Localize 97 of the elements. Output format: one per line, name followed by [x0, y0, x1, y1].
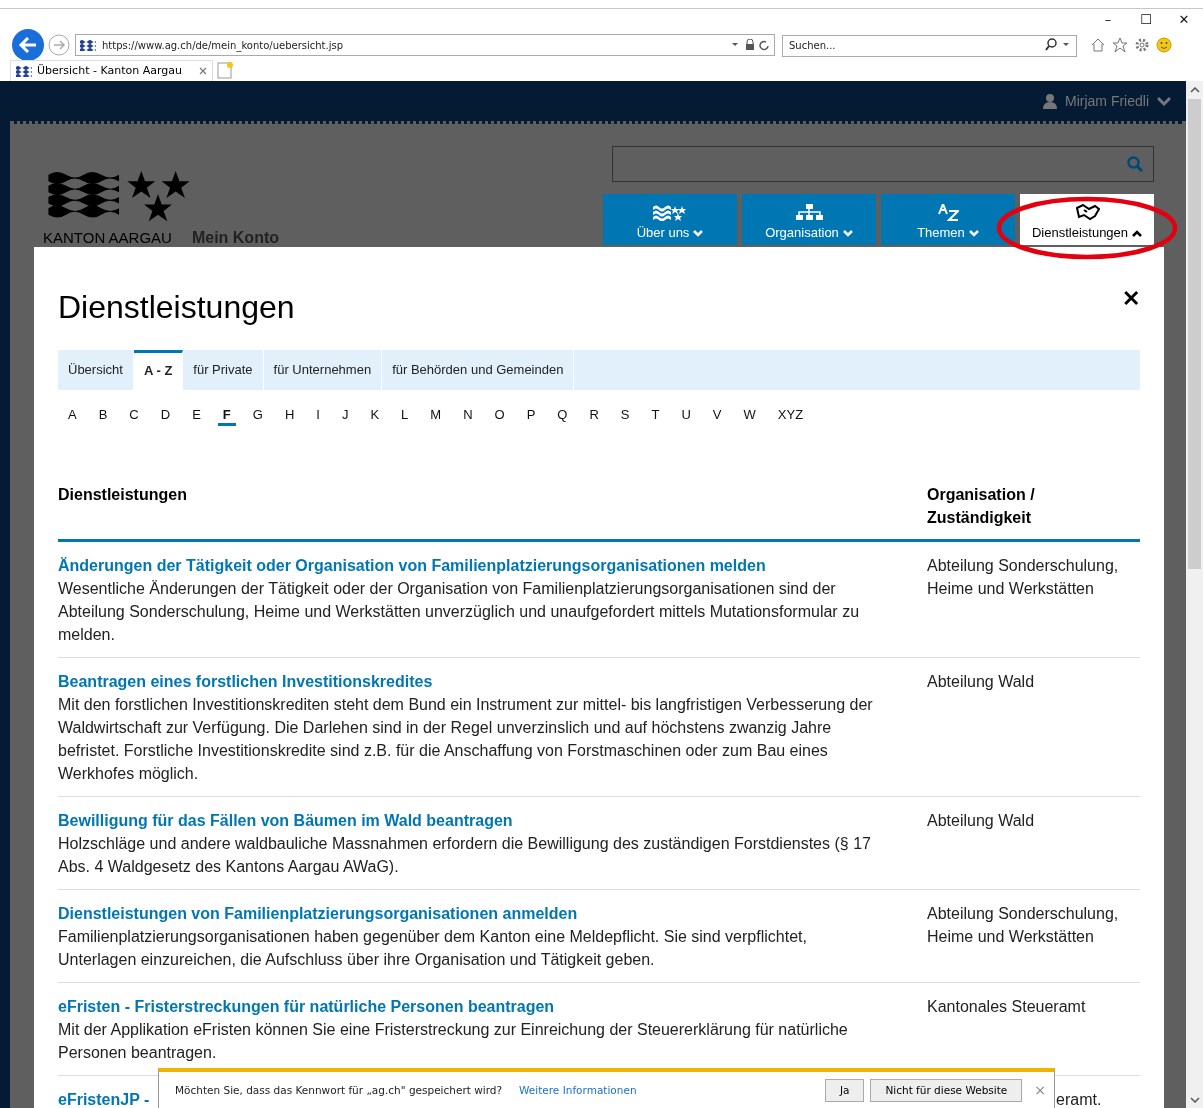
- home-icon: [1090, 37, 1106, 53]
- scroll-up-icon: [1189, 87, 1200, 93]
- letter-link[interactable]: B: [93, 407, 113, 426]
- letter-link[interactable]: K: [365, 407, 385, 426]
- letter-link[interactable]: XYZ: [772, 407, 809, 426]
- organisation-text: Abteilung Sonderschulung, Heime und Werkstätten: [927, 556, 1120, 599]
- letter-link[interactable]: D: [155, 407, 176, 426]
- letter-link[interactable]: H: [279, 407, 300, 426]
- address-field[interactable]: https://www.ag.ch/de/mein_konto/uebersicht.jsp: [75, 34, 775, 56]
- site-title: Mein Konto: [191, 229, 279, 247]
- user-icon: [1043, 93, 1057, 109]
- letter-link[interactable]: S: [615, 407, 635, 426]
- close-icon: [198, 66, 207, 75]
- letter-link[interactable]: I: [311, 407, 325, 426]
- minimize-button[interactable]: –: [1089, 9, 1127, 31]
- nav-button[interactable]: Über uns: [603, 194, 737, 245]
- chevron-up-icon: [1132, 228, 1143, 237]
- nav-button[interactable]: Themen: [881, 194, 1015, 245]
- tab[interactable]: A - Z: [133, 350, 184, 390]
- notification-text: Möchten Sie, dass das Kennwort für „ag.ch" gespeichert wird?: [175, 1084, 503, 1096]
- close-button[interactable]: ✕: [1122, 285, 1140, 312]
- address-tools-icon: [732, 39, 770, 51]
- tab[interactable]: für Private: [183, 350, 264, 390]
- close-button[interactable]: ✕: [1165, 9, 1203, 31]
- service-description: Wesentliche Änderungen der Tätigkeit oder der Organisation von Familienplatzierungsorganisationen sind der Abteilung Sonderschulung, Heime und Werkstätten unverzüglich und unaufgefordert mittels Mutationsformular zu melden.: [58, 579, 861, 645]
- bar-button[interactable]: Nicht für diese Website: [870, 1078, 1023, 1102]
- search-icon: [1045, 38, 1071, 52]
- column-header: Organisation / Zuständigkeit: [927, 485, 1036, 528]
- letter-link[interactable]: G: [247, 407, 268, 426]
- tab[interactable]: für Behörden und Gemeinden: [382, 350, 575, 390]
- smiley-icon: [1156, 37, 1172, 53]
- letter-link[interactable]: W: [738, 407, 761, 426]
- a-z-icon: [937, 204, 959, 221]
- letter-link[interactable]: N: [458, 407, 478, 426]
- letter-link[interactable]: P: [521, 407, 541, 426]
- organisation-text: Abteilung Sonderschulung, Heime und Werkstätten: [927, 904, 1120, 947]
- scroll-thumb[interactable]: [1188, 99, 1201, 569]
- chevron-down-icon: [842, 228, 853, 237]
- maximize-button[interactable]: ☐: [1127, 9, 1165, 31]
- scrollbar[interactable]: [1186, 81, 1203, 1108]
- letter-link[interactable]: O: [489, 407, 510, 426]
- hierarchy-icon: [795, 204, 823, 221]
- organisation-text: Abteilung Wald: [927, 811, 1035, 831]
- letter-link[interactable]: Q: [552, 407, 573, 426]
- tab[interactable]: für Unternehmen: [263, 350, 383, 390]
- scroll-down-icon: [1189, 1097, 1200, 1103]
- service-link[interactable]: Bewilligung für das Fällen von Bäumen im Wald beantragen: [58, 809, 513, 832]
- info-link[interactable]: Weitere Informationen: [519, 1084, 637, 1096]
- letter-link[interactable]: T: [646, 407, 665, 426]
- nav-button[interactable]: Dienstleistungen: [1020, 194, 1154, 245]
- letter-link[interactable]: C: [124, 407, 144, 426]
- column-header: Dienstleistungen: [58, 485, 188, 505]
- logo-text: KANTON AARGAU: [43, 229, 172, 246]
- service-link[interactable]: eFristenJP -: [58, 1088, 150, 1108]
- search-field[interactable]: Suchen...: [782, 34, 1077, 57]
- site-icon: [16, 64, 32, 77]
- site-icon: [80, 39, 96, 51]
- letter-link[interactable]: E: [187, 407, 206, 426]
- service-link[interactable]: eFristen - Fristerstreckungen für natürliche Personen beantragen: [58, 995, 555, 1018]
- letter-link[interactable]: J: [336, 407, 354, 426]
- letter-link[interactable]: U: [676, 407, 696, 426]
- chevron-down-icon: [968, 228, 979, 237]
- site-search-field[interactable]: [612, 146, 1154, 182]
- letter-link[interactable]: L: [396, 407, 414, 426]
- organisation-text: Abteilung Wald: [927, 672, 1035, 692]
- handshake-icon: [1074, 204, 1100, 221]
- url-text: https://www.ag.ch/de/mein_konto/uebersicht.jsp: [102, 39, 344, 51]
- flag-stars-icon: [653, 204, 687, 221]
- service-link[interactable]: Beantragen eines forstlichen Investitionskredites: [58, 670, 433, 693]
- star-icon: [1112, 37, 1128, 53]
- search-icon: [1127, 156, 1143, 172]
- letter-link[interactable]: R: [584, 407, 604, 426]
- organisation-text: eramt.: [1056, 1090, 1102, 1108]
- service-description: Holzschläge und andere waldbauliche Massnahmen erfordern die Bewilligung des zuständigen Forstdienstes (§ 17 Abs. 4 Waldgesetz des Kantons Aargau AWaG).: [58, 834, 872, 877]
- nav-button[interactable]: Organisation: [742, 194, 876, 245]
- bar-button[interactable]: Ja: [824, 1078, 865, 1102]
- back-icon: [11, 28, 45, 62]
- service-link[interactable]: Änderungen der Tätigkeit oder Organisation von Familienplatzierungsorganisationen melden: [58, 554, 766, 577]
- letter-link[interactable]: V: [707, 407, 727, 426]
- tab[interactable]: Übersicht: [58, 350, 134, 390]
- tab-title: Übersicht - Kanton Aargau: [37, 64, 182, 77]
- service-description: Mit den forstlichen Investitionskrediten steht dem Bund ein Instrument zur mittel- bis langfristigen Verbesserung der Waldwirtschaft zur Verfügung. Die Darlehen sind in der Regel unverzinslich und auf höchstens zwanzig Jahre befristet. Forstliche Investitionskredite sind z.B. für die Anschaffung von Forstmaschinen oder zum Bau eines Werkhofes möglich.: [58, 695, 874, 784]
- chevron-down-icon: [1157, 96, 1171, 106]
- letter-link[interactable]: A: [63, 407, 82, 426]
- user-menu[interactable]: Mirjam Friedli: [1043, 93, 1171, 109]
- close-button[interactable]: ×: [1034, 1082, 1046, 1098]
- dialog-title: Dienstleistungen: [58, 289, 295, 326]
- service-description: Mit der Applikation eFristen können Sie eine Fristerstreckung zur Einreichung der Steuererklärung für natürliche Personen beantragen.: [58, 1020, 849, 1063]
- letter-link[interactable]: M: [425, 407, 447, 426]
- service-description: Familienplatzierungsorganisationen haben gegenüber dem Kanton eine Meldepflicht. Sie sind verpflichtet, Unterlagen einzureichen, die Aufschluss über ihre Organisation und Tätigkeit geben.: [58, 927, 808, 970]
- service-link[interactable]: Dienstleistungen von Familienplatzierungsorganisationen anmelden: [58, 902, 578, 925]
- organisation-text: Kantonales Steueramt: [927, 997, 1086, 1017]
- letter-link[interactable]: F: [217, 407, 236, 426]
- chevron-down-icon: [693, 228, 704, 237]
- settings-icon: [1134, 37, 1150, 53]
- forward-icon: [48, 34, 70, 56]
- browser-tab[interactable]: Übersicht - Kanton Aargau: [10, 59, 213, 81]
